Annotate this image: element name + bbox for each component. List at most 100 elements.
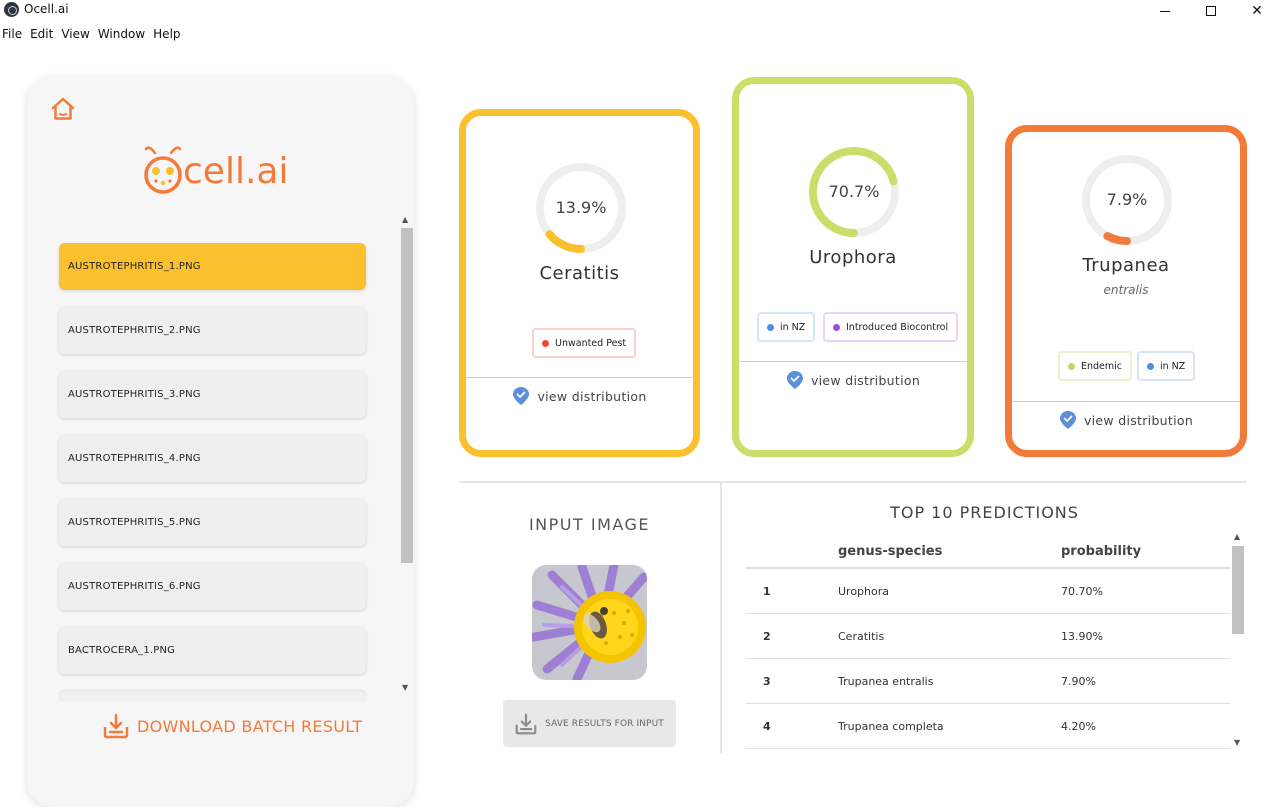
app-logo: cell.ai xyxy=(143,143,303,203)
location-pin-icon xyxy=(1059,411,1076,429)
menu-file[interactable]: File xyxy=(0,25,28,45)
probability-cell: 70.70% xyxy=(1061,584,1103,598)
rank-cell: 2 xyxy=(763,629,771,643)
rank-cell: 3 xyxy=(763,674,771,688)
probability-cell: 13.90% xyxy=(1061,629,1103,643)
probability-cell: 4.20% xyxy=(1061,719,1096,733)
status-badge: Unwanted Pest xyxy=(532,328,637,358)
divider xyxy=(739,361,967,362)
file-item-partial[interactable] xyxy=(59,691,366,701)
maximize-icon xyxy=(1206,6,1216,16)
rank-cell: 1 xyxy=(763,584,771,598)
predictions-table: genus-species probability 1 Urophora 70.… xyxy=(746,536,1230,749)
view-distribution-link[interactable]: view distribution xyxy=(1012,410,1240,430)
table-row[interactable]: 4 Trupanea completa 4.20% xyxy=(746,704,1230,749)
file-list: AUSTROTEPHRITIS_1.PNG AUSTROTEPHRITIS_2.… xyxy=(59,243,366,718)
predictions-title: TOP 10 PREDICTIONS xyxy=(890,503,1079,522)
genus-name: Ceratitis xyxy=(539,263,620,284)
status-dot xyxy=(1068,362,1075,370)
badge-label: in NZ xyxy=(1160,360,1186,372)
species-cell: Trupanea completa xyxy=(838,719,944,733)
genus-name: Trupanea xyxy=(1082,255,1170,276)
file-item[interactable]: AUSTROTEPHRITIS_3.PNG xyxy=(59,371,366,418)
status-dot xyxy=(1147,362,1154,370)
download-label: DOWNLOAD BATCH RESULT xyxy=(137,716,363,736)
close-button[interactable]: ✕ xyxy=(1234,0,1276,22)
status-badge: Endemic xyxy=(1058,351,1133,381)
table-row[interactable]: 3 Trupanea entralis 7.90% xyxy=(746,659,1230,704)
download-icon xyxy=(515,713,537,734)
status-dot xyxy=(767,323,774,331)
view-distribution-label: view distribution xyxy=(537,388,647,404)
location-pin-icon xyxy=(786,371,803,389)
menu-help[interactable]: Help xyxy=(151,25,186,45)
divider xyxy=(466,377,693,378)
section-divider xyxy=(459,481,1247,483)
header-probability: probability xyxy=(1061,544,1142,559)
save-results-label: SAVE RESULTS FOR INPUT xyxy=(545,718,664,729)
download-batch-button[interactable]: DOWNLOAD BATCH RESULT xyxy=(103,713,362,739)
prediction-card-trupanea[interactable]: 7.9% Trupanea entralis Endemic in NZ vie… xyxy=(1005,125,1247,457)
home-icon[interactable] xyxy=(49,95,77,123)
save-results-button[interactable]: SAVE RESULTS FOR INPUT xyxy=(503,700,676,747)
status-badge: in NZ xyxy=(757,312,816,342)
probability-value: 7.9% xyxy=(1106,190,1148,209)
menu-bar: File Edit View Window Help xyxy=(0,25,187,45)
file-item[interactable]: AUSTROTEPHRITIS_6.PNG xyxy=(59,563,366,610)
view-distribution-link[interactable]: view distribution xyxy=(739,370,967,390)
logo-bug-icon xyxy=(144,146,182,194)
view-distribution-label: view distribution xyxy=(810,372,921,388)
view-distribution-link[interactable]: view distribution xyxy=(466,386,693,406)
genus-name: Urophora xyxy=(809,247,897,268)
location-pin-icon xyxy=(513,387,530,405)
species-cell: Ceratitis xyxy=(838,629,885,643)
file-item[interactable]: AUSTROTEPHRITIS_5.PNG xyxy=(59,499,366,546)
file-item[interactable]: BACTROCERA_1.PNG xyxy=(59,627,366,674)
sidebar: cell.ai AUSTROTEPHRITIS_1.PNG AUSTROTEPH… xyxy=(27,77,414,807)
badge-label: Unwanted Pest xyxy=(555,337,627,349)
file-item[interactable]: AUSTROTEPHRITIS_4.PNG xyxy=(59,435,366,482)
table-scrollbar[interactable] xyxy=(1232,546,1244,634)
badge-label: Endemic xyxy=(1081,360,1123,372)
rank-cell: 4 xyxy=(763,719,771,733)
header-genus-species: genus-species xyxy=(838,544,943,559)
status-badge: in NZ xyxy=(1137,351,1196,381)
menu-view[interactable]: View xyxy=(59,25,95,45)
scroll-down-arrow-icon[interactable]: ▼ xyxy=(402,683,408,692)
divider xyxy=(1012,401,1240,402)
probability-cell: 7.90% xyxy=(1061,674,1096,688)
table-row[interactable]: 1 Urophora 70.70% xyxy=(746,569,1230,614)
species-cell: Urophora xyxy=(838,584,890,598)
file-item[interactable]: AUSTROTEPHRITIS_1.PNG xyxy=(59,243,366,290)
maximize-button[interactable] xyxy=(1188,0,1234,22)
status-dot xyxy=(542,339,549,347)
species-name: entralis xyxy=(1103,283,1149,297)
table-scroll-up-arrow-icon[interactable]: ▲ xyxy=(1234,532,1240,541)
minimize-icon xyxy=(1160,10,1170,12)
file-list-scrollbar[interactable] xyxy=(401,228,413,563)
badge-label: in NZ xyxy=(780,321,806,333)
input-image xyxy=(532,565,647,680)
probability-value: 13.9% xyxy=(555,198,607,217)
table-header: genus-species probability xyxy=(746,536,1230,569)
species-cell: Trupanea entralis xyxy=(838,674,934,688)
scroll-up-arrow-icon[interactable]: ▲ xyxy=(402,215,408,224)
minimize-button[interactable] xyxy=(1142,0,1188,22)
download-icon xyxy=(103,713,129,739)
status-badge: Introduced Biocontrol xyxy=(823,312,959,342)
menu-edit[interactable]: Edit xyxy=(28,25,59,45)
prediction-card-urophora[interactable]: 70.7% Urophora in NZ Introduced Biocontr… xyxy=(732,77,974,457)
table-row[interactable]: 2 Ceratitis 13.90% xyxy=(746,614,1230,659)
window-title: Ocell.ai xyxy=(24,2,69,16)
prediction-card-ceratitis[interactable]: 13.9% Ceratitis Unwanted Pest view distr… xyxy=(459,109,700,457)
title-bar: Ocell.ai ✕ xyxy=(0,0,1276,22)
view-distribution-label: view distribution xyxy=(1083,412,1194,428)
table-scroll-down-arrow-icon[interactable]: ▼ xyxy=(1234,738,1240,747)
close-icon: ✕ xyxy=(1251,3,1263,19)
logo-text: cell.ai xyxy=(183,151,289,192)
file-item[interactable]: AUSTROTEPHRITIS_2.PNG xyxy=(59,307,366,354)
menu-window[interactable]: Window xyxy=(96,25,151,45)
app-icon xyxy=(4,2,19,17)
status-dot xyxy=(833,323,840,331)
input-image-title: INPUT IMAGE xyxy=(528,515,651,534)
